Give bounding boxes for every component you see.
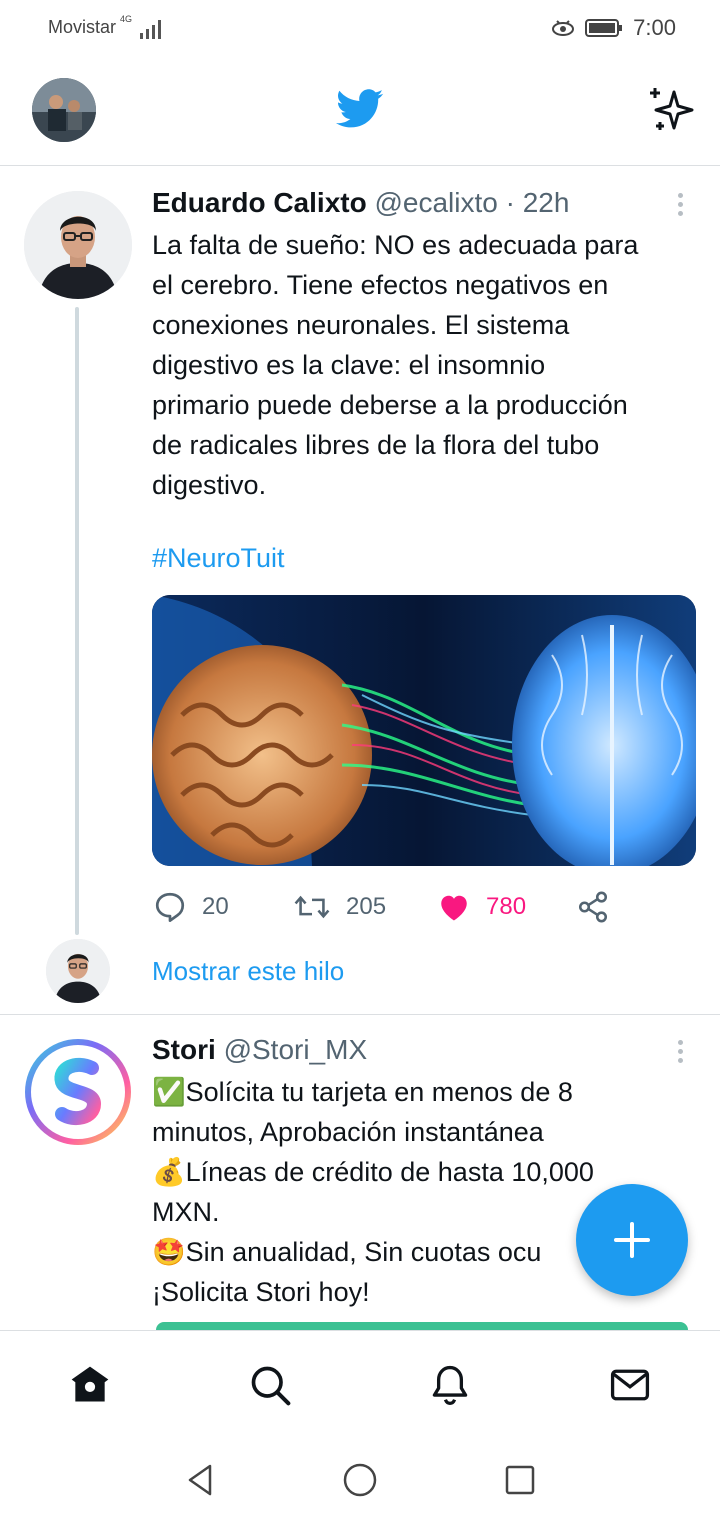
author-name[interactable]: Stori (152, 1034, 216, 1065)
tweet-author: Stori @Stori_MX (152, 1034, 367, 1066)
reply-icon (155, 892, 185, 922)
back-icon[interactable] (180, 1460, 220, 1500)
share-icon (578, 891, 608, 923)
carrier-label: Movistar (48, 17, 117, 37)
stori-logo[interactable] (24, 1038, 132, 1146)
retweet-icon (294, 895, 330, 919)
thread-avatar[interactable] (46, 939, 110, 1003)
eye-icon (552, 20, 575, 36)
home-circle-icon[interactable] (340, 1460, 380, 1500)
plus-icon (614, 1222, 650, 1258)
reply-button[interactable]: 20 (152, 885, 229, 929)
messages-icon[interactable] (608, 1363, 652, 1407)
home-icon[interactable] (68, 1363, 112, 1407)
retweet-count: 205 (346, 893, 387, 920)
hashtag-link[interactable]: #NeuroTuit (152, 543, 285, 574)
system-navigation (0, 1440, 720, 1520)
timeline-header (0, 56, 720, 166)
search-icon[interactable] (248, 1363, 292, 1407)
notifications-icon[interactable] (428, 1363, 472, 1407)
more-options-icon[interactable] (670, 1036, 690, 1066)
tweet-text: La falta de sueño: NO es adecuada para e… (152, 230, 639, 500)
show-thread-link[interactable]: Mostrar este hilo (152, 956, 344, 987)
promo-card[interactable] (156, 1322, 688, 1330)
author-handle: @Stori_MX (223, 1034, 368, 1065)
tweet-author: Eduardo Calixto @ecalixto · 22h (152, 187, 569, 219)
signal-icon: 4G (120, 14, 168, 40)
thread-line (75, 307, 79, 935)
sparkle-icon[interactable] (646, 84, 696, 134)
profile-avatar[interactable] (32, 78, 96, 142)
recents-icon[interactable] (500, 1460, 540, 1500)
compose-tweet-button[interactable] (576, 1184, 688, 1296)
author-handle: @ecalixto · 22h (374, 187, 570, 218)
like-count: 780 (486, 893, 527, 920)
status-bar: Movistar 4G 7:00 (0, 0, 720, 56)
clock: 7:00 (633, 15, 676, 40)
share-button[interactable] (576, 885, 610, 929)
bottom-navigation (0, 1330, 720, 1440)
like-button[interactable]: 780 (436, 885, 526, 929)
author-name[interactable]: Eduardo Calixto (152, 187, 367, 218)
heart-filled-icon (441, 895, 467, 921)
tweet-actions: 20 205 780 (152, 885, 632, 929)
retweet-button[interactable]: 205 (292, 885, 386, 929)
author-avatar[interactable] (24, 191, 132, 299)
tweet[interactable]: Eduardo Calixto @ecalixto · 22h La falta… (0, 167, 720, 1015)
tweet-image[interactable] (152, 595, 696, 866)
battery-icon (585, 19, 623, 37)
reply-count: 20 (202, 893, 229, 920)
more-options-icon[interactable] (670, 189, 690, 219)
twitter-bird-icon[interactable] (336, 89, 384, 129)
